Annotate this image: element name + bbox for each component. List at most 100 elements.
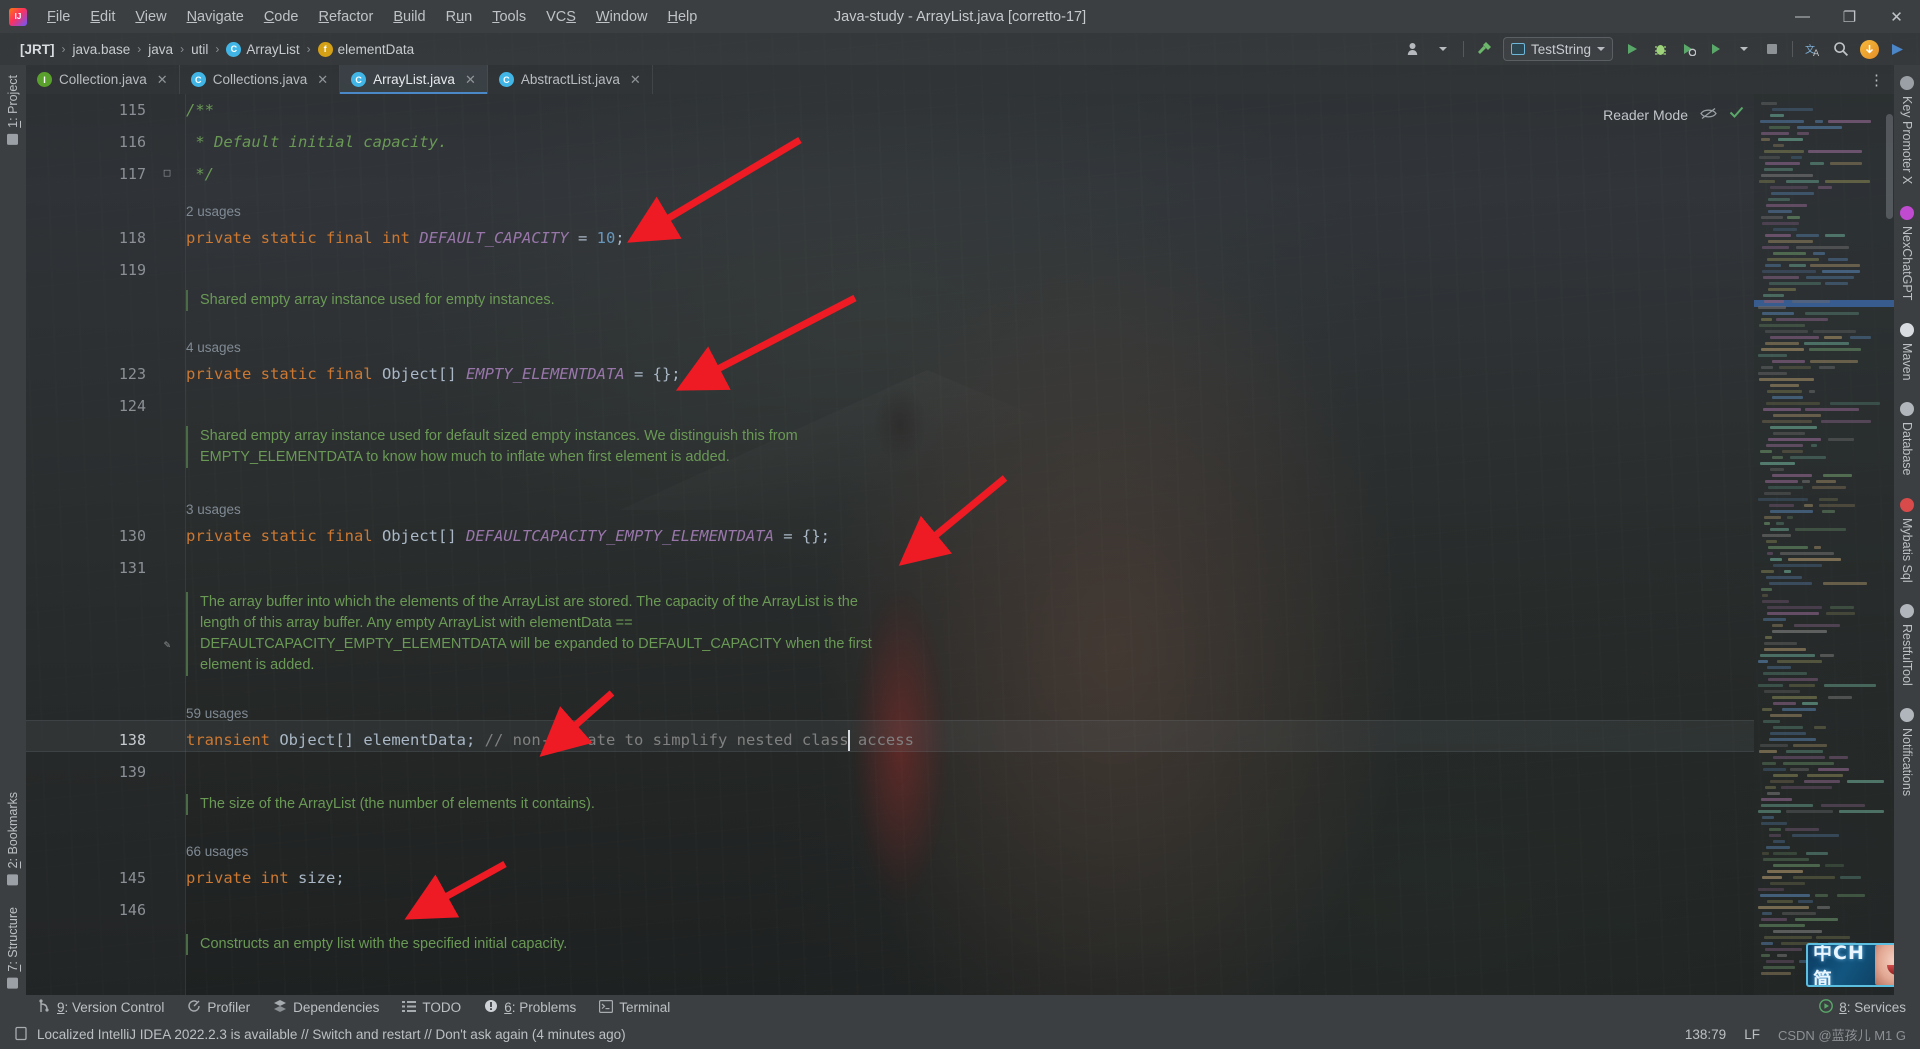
minimap-code-line <box>1770 510 1813 513</box>
bottom-tool-problems[interactable]: 6: Problems <box>483 999 576 1016</box>
code-fold-icon[interactable]: □ <box>160 166 174 180</box>
code-line[interactable]: /** <box>186 94 214 127</box>
bottom-tool-services[interactable]: 8: Services <box>1818 999 1906 1016</box>
minimap-code-line <box>1798 900 1813 903</box>
menu-item-build[interactable]: Build <box>383 5 435 29</box>
menu-item-file[interactable]: File <box>37 5 80 29</box>
menu-item-run[interactable]: Run <box>436 5 483 29</box>
minimap-code-line <box>1821 420 1871 423</box>
menu-item-view[interactable]: View <box>125 5 176 29</box>
tool-window-structure[interactable]: 7: Structure <box>6 903 20 993</box>
profile-dropdown-chevron-down-icon[interactable] <box>1731 37 1757 61</box>
reader-mode-indicator[interactable]: Reader Mode <box>1603 106 1744 123</box>
breadcrumb-item-java[interactable]: java <box>142 40 179 59</box>
eye-off-icon[interactable] <box>1700 107 1717 123</box>
minimap-code-line <box>1796 234 1819 237</box>
tool-window-notifications[interactable]: Notifications <box>1900 705 1914 799</box>
profile-icon[interactable] <box>1703 37 1729 61</box>
text-caret <box>848 730 850 751</box>
minimap-code-line <box>1802 702 1818 705</box>
menu-item-vcs[interactable]: VCS <box>536 5 586 29</box>
breadcrumb-item-javabase[interactable]: java.base <box>67 40 137 59</box>
minimap-code-line <box>1773 228 1797 231</box>
bottom-tool-terminal[interactable]: Terminal <box>598 999 670 1016</box>
minimap-code-line <box>1770 780 1794 783</box>
hammer-icon[interactable] <box>1471 37 1497 61</box>
close-icon[interactable]: ✕ <box>157 72 168 88</box>
editor-tab-arraylist[interactable]: C ArrayList.java ✕ <box>340 65 488 94</box>
minimap-code-line <box>1766 204 1807 207</box>
code-line[interactable]: private static final Object[] DEFAULTCAP… <box>186 520 830 553</box>
editor-tab-collection[interactable]: I Collection.java ✕ <box>26 65 180 94</box>
editor-scrollbar-thumb[interactable] <box>1886 114 1893 219</box>
code-minimap[interactable] <box>1754 94 1894 1003</box>
code-line[interactable]: transient Object[] elementData; // non-p… <box>186 724 914 757</box>
tool-window-restfultool[interactable]: RestfulTool <box>1900 601 1914 689</box>
coverage-icon[interactable] <box>1675 37 1701 61</box>
run-configuration-selector[interactable]: TestString <box>1502 37 1613 61</box>
updates-icon[interactable] <box>1856 37 1882 61</box>
menu-item-navigate[interactable]: Navigate <box>177 5 254 29</box>
breadcrumb-item-arraylist[interactable]: C ArrayList <box>220 40 305 59</box>
code-fold-icon[interactable]: ✎ <box>160 638 174 652</box>
search-icon[interactable] <box>1828 37 1854 61</box>
menu-item-refactor[interactable]: Refactor <box>309 5 384 29</box>
inspections-ok-check-icon[interactable] <box>1729 106 1744 123</box>
breadcrumb-item-elementdata[interactable]: f elementData <box>312 40 421 59</box>
code-line[interactable]: */ <box>186 158 214 191</box>
breadcrumb-item-jrt[interactable]: [JRT] <box>14 40 61 59</box>
minimize-button[interactable]: — <box>1779 0 1826 33</box>
tab-overflow-menu-icon[interactable]: ⋮ <box>1859 65 1894 94</box>
tool-window-nexchatgpt[interactable]: NexChatGPT <box>1900 203 1914 303</box>
stop-icon[interactable] <box>1759 37 1785 61</box>
breadcrumb-item-util[interactable]: util <box>185 40 214 59</box>
close-button[interactable]: ✕ <box>1873 0 1920 33</box>
minimap-code-line <box>1819 498 1838 501</box>
tool-window-maven[interactable]: Maven <box>1900 320 1914 384</box>
minimap-code-line <box>1782 708 1816 711</box>
code-line[interactable]: private static final int DEFAULT_CAPACIT… <box>186 222 625 255</box>
bottom-tool-dependencies[interactable]: Dependencies <box>272 999 379 1016</box>
menu-item-help[interactable]: Help <box>657 5 707 29</box>
close-icon[interactable]: ✕ <box>630 72 641 88</box>
breadcrumb: [JRT] › java.base › java › util › C ArrayList › f el… <box>0 40 420 59</box>
tool-window-key-promoter-x[interactable]: Key Promoter X <box>1900 73 1914 187</box>
bottom-tool-todo[interactable]: TODO <box>401 1000 461 1016</box>
run-icon[interactable] <box>1619 37 1645 61</box>
user-icon[interactable] <box>1402 37 1428 61</box>
menu-item-code[interactable]: Code <box>254 5 309 29</box>
code-line[interactable]: private int size; <box>186 862 345 895</box>
minimap-code-line <box>1769 282 1821 285</box>
code-line[interactable]: * Default initial capacity. <box>186 126 447 159</box>
editor-tab-abstractlist[interactable]: C AbstractList.java ✕ <box>488 65 653 94</box>
menu-item-tools[interactable]: Tools <box>482 5 536 29</box>
tool-window-database[interactable]: Database <box>1900 399 1914 479</box>
status-message[interactable]: Localized IntelliJ IDEA 2022.2.3 is avai… <box>37 1027 626 1042</box>
tool-window-mybatis-sql[interactable]: Mybatis Sql <box>1900 495 1914 586</box>
translate-icon[interactable]: 文A <box>1800 37 1826 61</box>
minimap-code-line <box>1805 408 1859 411</box>
line-separator[interactable]: LF <box>1744 1027 1760 1042</box>
bottom-tool-versioncontrol[interactable]: 9: Version Control <box>36 999 164 1016</box>
notification-icon[interactable] <box>14 1026 28 1044</box>
code-content[interactable]: 115 /** 116 * Default initial capacity. 117… <box>26 94 1754 1003</box>
close-icon[interactable]: ✕ <box>317 72 328 88</box>
code-editor[interactable]: 115 /** 116 * Default initial capacity. 117… <box>26 94 1754 1003</box>
editor-tab-collections[interactable]: C Collections.java ✕ <box>180 65 341 94</box>
bottom-tool-profiler[interactable]: Profiler <box>186 999 250 1016</box>
minimap-code-line <box>1788 558 1841 561</box>
minimap-code-line <box>1770 384 1799 387</box>
minimap-code-line <box>1805 312 1859 315</box>
tool-window-project[interactable]: 1: Project <box>6 71 20 149</box>
tool-window-bookmarks[interactable]: 2: Bookmarks <box>6 788 20 889</box>
caret-position[interactable]: 138:79 <box>1685 1027 1726 1042</box>
close-icon[interactable]: ✕ <box>465 72 476 88</box>
menu-item-edit[interactable]: Edit <box>80 5 125 29</box>
code-line[interactable]: private static final Object[] EMPTY_ELEM… <box>186 358 681 391</box>
debug-icon[interactable] <box>1647 37 1673 61</box>
restful-icon <box>1900 604 1914 619</box>
maximize-button[interactable]: ❐ <box>1826 0 1873 33</box>
share-icon[interactable] <box>1884 37 1910 61</box>
menu-item-window[interactable]: Window <box>586 5 658 29</box>
user-dropdown-chevron-down-icon[interactable] <box>1430 37 1456 61</box>
